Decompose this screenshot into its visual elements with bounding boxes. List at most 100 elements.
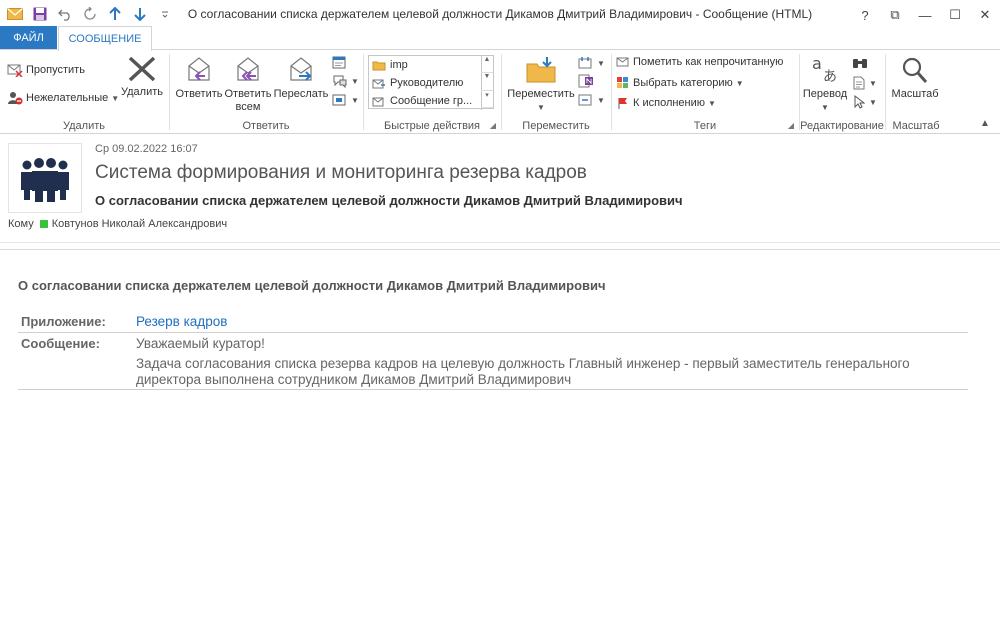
scroll-up-icon[interactable]: ▲: [481, 56, 493, 74]
ignore-button[interactable]: Пропустить: [7, 63, 85, 77]
reply-all-label-1: Ответить: [224, 88, 272, 100]
quick-step-label: Руководителю: [390, 77, 464, 89]
actions-icon: [578, 94, 592, 106]
meeting-button[interactable]: [332, 56, 348, 70]
im-dropdown-icon: ▼: [351, 76, 359, 86]
svg-text:あ: あ: [823, 69, 837, 84]
select-dropdown-icon: ▼: [869, 97, 877, 107]
delete-button[interactable]: Удалить: [118, 56, 166, 99]
ribbon: Пропустить Нежелательные ▼ Удалить Удали…: [0, 50, 1000, 134]
gallery-expand-icon[interactable]: ▾: [481, 91, 493, 108]
junk-button[interactable]: Нежелательные ▼: [7, 91, 119, 105]
related-dropdown-icon: ▼: [869, 78, 877, 88]
cursor-icon: [854, 95, 866, 109]
respond-group-label: Ответить: [242, 120, 290, 132]
collapse-ribbon-icon[interactable]: ▲: [980, 118, 990, 129]
row-divider: [18, 389, 968, 390]
more-respond-button[interactable]: ▼: [332, 93, 359, 107]
quick-steps-group-label: Быстрые действия: [383, 120, 481, 132]
document-icon: [853, 76, 865, 90]
reply-button[interactable]: Ответить: [173, 56, 225, 101]
message-header: Ср 09.02.2022 16:07 Система формирования…: [0, 135, 1000, 235]
translate-label: Перевод: [802, 88, 848, 100]
rules-icon: [578, 57, 592, 69]
find-button[interactable]: [852, 56, 868, 70]
application-row: Приложение: Резерв кадров: [18, 314, 968, 332]
forward-to-manager-icon: [372, 79, 385, 88]
mark-unread-button[interactable]: Пометить как непрочитанную: [616, 56, 783, 68]
move-label: Переместить: [507, 88, 575, 100]
ignore-label: Пропустить: [26, 64, 85, 76]
quick-step-label: Сообщение гр...: [390, 95, 473, 107]
message-date: Ср 09.02.2022 16:07: [95, 143, 198, 155]
scroll-down-icon[interactable]: ▼: [481, 73, 493, 91]
tab-file[interactable]: ФАЙЛ: [0, 26, 57, 50]
delete-icon: [128, 56, 156, 82]
editing-group-label: Редактирование: [800, 120, 884, 132]
recipient-name[interactable]: Ковтунов Николай Александрович: [52, 218, 227, 230]
folder-move-icon: [372, 61, 386, 70]
follow-up-dropdown-icon: ▼: [708, 98, 716, 108]
translate-dropdown-icon: ▼: [821, 103, 829, 112]
move-button[interactable]: Переместить ▼: [504, 56, 578, 114]
message-label: Сообщение:: [21, 336, 100, 351]
respond-group: Ответить Ответить всем Переслать ▼ ▼ Отв…: [170, 50, 362, 134]
row-divider: [18, 332, 968, 333]
delete-label: Удалить: [121, 86, 163, 98]
application-link[interactable]: Резерв кадров: [136, 314, 227, 330]
team-email-icon: [372, 97, 384, 106]
quick-step-item[interactable]: Сообщение гр...: [369, 92, 482, 110]
im-button[interactable]: ▼: [332, 74, 359, 88]
actions-dropdown-icon: ▼: [597, 95, 605, 105]
sender-avatar: [8, 143, 82, 213]
sender-name[interactable]: Система формирования и мониторинга резер…: [95, 162, 587, 184]
categorize-label: Выбрать категорию: [633, 77, 733, 89]
mark-unread-icon: [616, 57, 629, 67]
tags-group: Пометить как непрочитанную Выбрать катег…: [612, 50, 798, 134]
related-button[interactable]: ▼: [852, 76, 877, 90]
ignore-icon: [7, 64, 23, 77]
onenote-button[interactable]: [578, 74, 594, 88]
zoom-button[interactable]: Масштаб: [886, 56, 944, 101]
follow-up-button[interactable]: К исполнению ▼: [616, 97, 716, 109]
message-text-line2: директора выполнена сотрудником Дикамов …: [136, 372, 572, 387]
actions-button[interactable]: ▼: [578, 93, 605, 107]
reply-all-label-2: всем: [235, 101, 261, 113]
ribbon-tabs: ФАЙЛ СООБЩЕНИЕ: [0, 26, 1000, 51]
binoculars-icon: [853, 59, 867, 68]
application-label: Приложение:: [21, 314, 106, 329]
tags-launcher-icon[interactable]: ◢: [788, 121, 794, 130]
people-group-icon: [21, 158, 69, 202]
move-folder-icon: [526, 57, 556, 83]
move-group: Переместить ▼ ▼ ▼ Переместить: [502, 50, 610, 134]
quick-step-label: imp: [390, 59, 408, 71]
translate-icon: aあ: [812, 54, 837, 84]
junk-label: Нежелательные: [26, 92, 109, 104]
quick-step-item[interactable]: imp: [369, 56, 482, 74]
delete-group: Пропустить Нежелательные ▼ Удалить Удали…: [0, 50, 168, 134]
more-respond-icon: [332, 94, 346, 106]
im-icon: [333, 75, 347, 88]
rules-button[interactable]: ▼: [578, 56, 605, 70]
forward-label: Переслать: [273, 88, 329, 100]
junk-icon: [8, 92, 23, 105]
editing-group: aあ Перевод ▼ ▼ ▼ Редактирование: [800, 50, 884, 134]
more-respond-dropdown-icon: ▼: [351, 95, 359, 105]
translate-button[interactable]: aあ Перевод ▼: [800, 54, 850, 114]
message-greeting: Уважаемый куратор!: [136, 336, 265, 351]
header-divider: [0, 249, 1000, 250]
magnifier-icon: [902, 57, 928, 83]
quick-step-item[interactable]: Руководителю: [369, 74, 482, 92]
quick-steps-scroll[interactable]: ▲ ▼ ▾: [481, 56, 493, 108]
reply-all-button[interactable]: Ответить всем: [223, 56, 273, 114]
categorize-button[interactable]: Выбрать категорию ▼: [616, 77, 744, 89]
forward-button[interactable]: Переслать: [273, 56, 329, 101]
categorize-dropdown-icon: ▼: [735, 78, 744, 88]
presence-indicator-icon: [39, 220, 48, 228]
reply-label: Ответить: [175, 88, 223, 100]
quick-steps-launcher-icon[interactable]: ◢: [490, 121, 496, 130]
zoom-label: Масштаб: [891, 88, 939, 100]
select-button[interactable]: ▼: [852, 95, 877, 109]
forward-icon: [290, 57, 312, 81]
tab-message[interactable]: СООБЩЕНИЕ: [58, 26, 152, 51]
